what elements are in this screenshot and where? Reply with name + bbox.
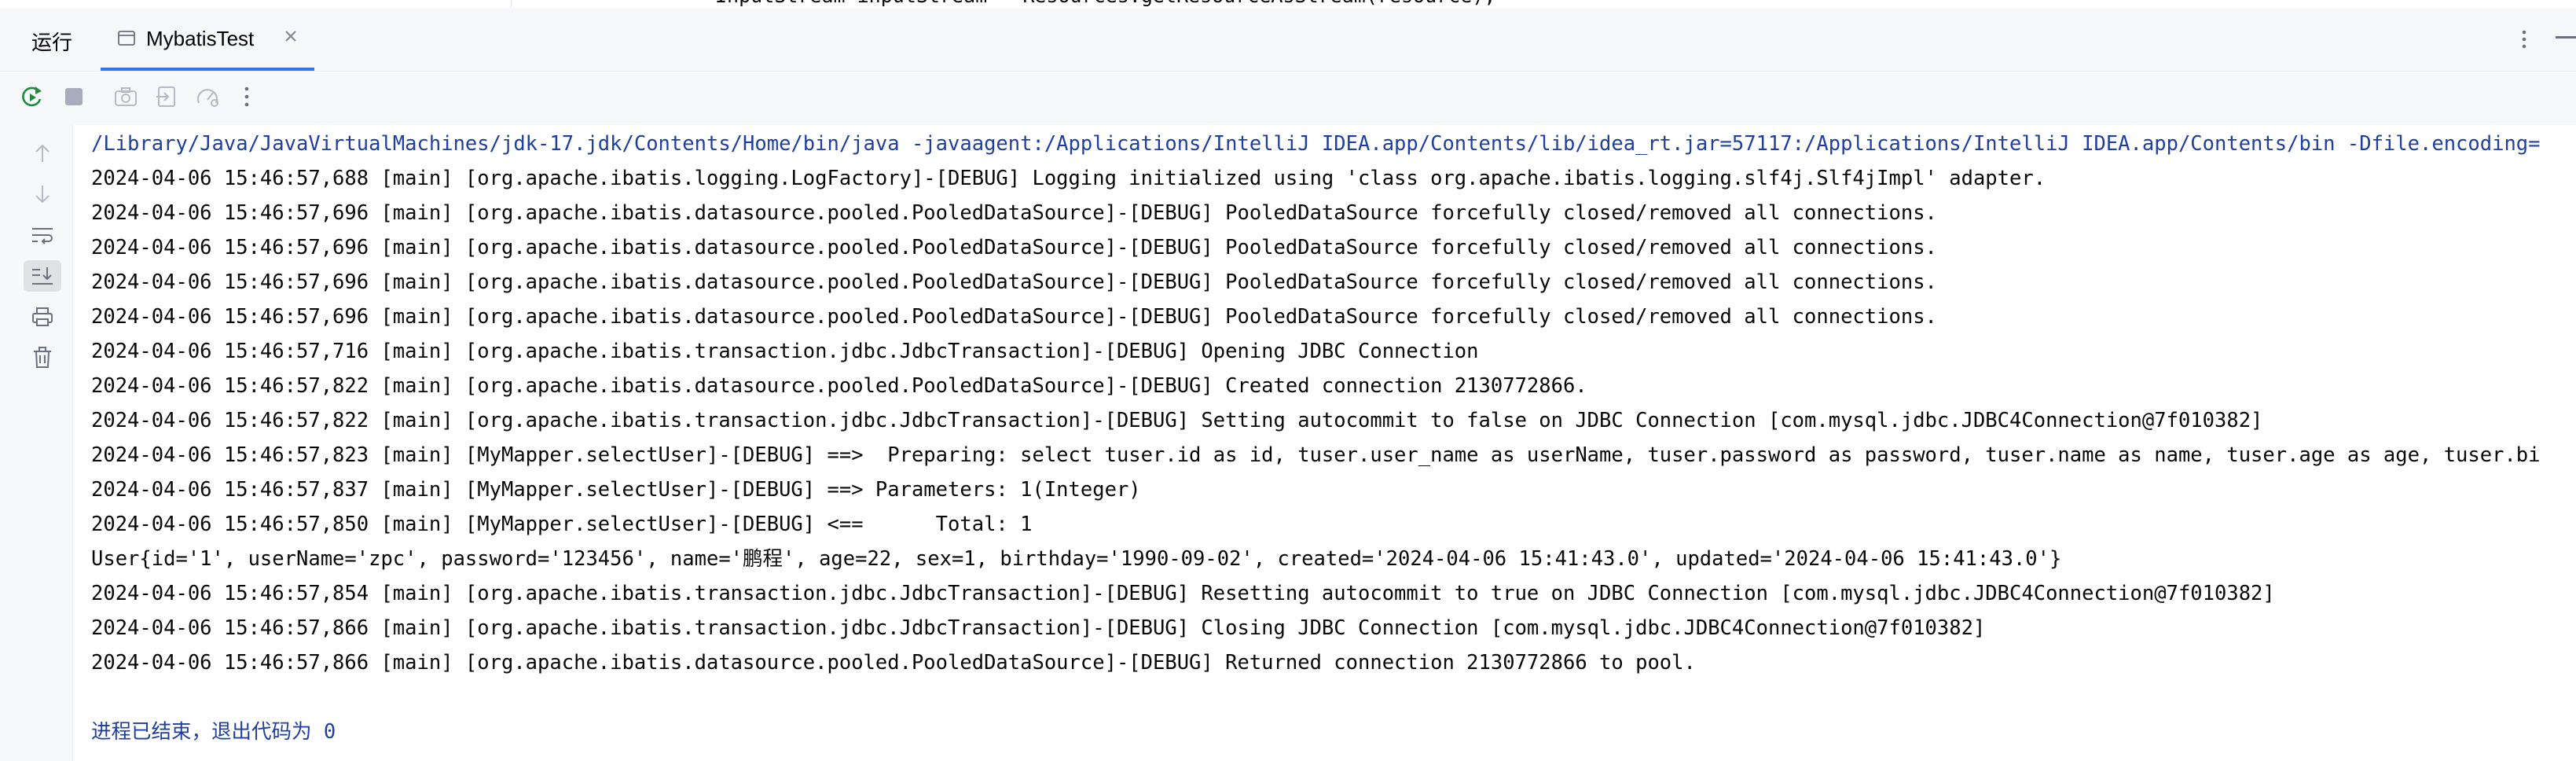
log-line: User{id='1', userName='zpc', password='1…	[91, 547, 2062, 571]
rerun-icon	[22, 86, 42, 107]
up-arrow-icon	[35, 144, 50, 162]
console-side-toolbar	[0, 125, 73, 761]
print-icon	[32, 307, 53, 326]
line-number: 17	[542, 0, 563, 4]
more-vertical-icon[interactable]	[2515, 28, 2534, 50]
clear-all-button[interactable]	[24, 342, 61, 373]
screenshot-icon	[115, 87, 137, 106]
log-line: 2024-04-06 15:46:57,688 [main] [org.apac…	[91, 167, 2046, 190]
soft-wrap-icon	[32, 228, 53, 244]
run-toolbar	[0, 72, 2576, 125]
log-line: 2024-04-06 15:46:57,866 [main] [org.apac…	[91, 651, 1696, 675]
code-line: InputStream inputStream = Resources.getR…	[715, 0, 1495, 7]
settings-icon	[196, 89, 218, 107]
settings-button[interactable]	[193, 83, 222, 111]
log-line: 2024-04-06 15:46:57,823 [main] [MyMapper…	[91, 443, 2541, 467]
previous-occurrence-button[interactable]	[24, 138, 61, 169]
tab-label: MybatisTest	[146, 27, 255, 50]
log-line: 2024-04-06 15:46:57,716 [main] [org.apac…	[91, 340, 1479, 363]
tab-mybatistest[interactable]: MybatisTest	[101, 8, 314, 71]
scroll-to-end-icon	[32, 267, 53, 285]
print-button[interactable]	[24, 301, 61, 333]
more-icon	[244, 86, 249, 107]
log-line: 2024-04-06 15:46:57,822 [main] [org.apac…	[91, 409, 2263, 432]
log-line: 2024-04-06 15:46:57,696 [main] [org.apac…	[91, 270, 1937, 294]
scroll-to-end-button[interactable]	[24, 260, 61, 292]
soft-wrap-button[interactable]	[24, 219, 61, 251]
export-icon	[156, 86, 175, 107]
more-button[interactable]	[233, 83, 261, 111]
log-line: 2024-04-06 15:46:57,854 [main] [org.apac…	[91, 582, 2275, 605]
run-tool-window-title: 运行	[31, 31, 73, 54]
next-occurrence-button[interactable]	[24, 178, 61, 210]
log-line: 2024-04-06 15:46:57,822 [main] [org.apac…	[91, 374, 1587, 398]
close-icon[interactable]	[281, 27, 300, 46]
log-line: 2024-04-06 15:46:57,837 [main] [MyMapper…	[91, 478, 1141, 502]
trash-icon	[34, 347, 51, 368]
log-line: 2024-04-06 15:46:57,850 [main] [MyMapper…	[91, 513, 1033, 536]
log-line: 2024-04-06 15:46:57,696 [main] [org.apac…	[91, 236, 1937, 259]
rerun-button[interactable]	[17, 83, 46, 111]
console-output[interactable]: /Library/Java/JavaVirtualMachines/jdk-17…	[73, 125, 2576, 761]
stop-icon	[65, 88, 83, 105]
screenshot-button[interactable]	[112, 83, 140, 111]
exit-message: 进程已结束，退出代码为 0	[91, 720, 336, 744]
editor-gutter	[511, 0, 669, 8]
export-button[interactable]	[152, 83, 181, 111]
editor-area: 17 InputStream inputStream = Resources.g…	[0, 0, 2576, 8]
down-arrow-icon	[35, 186, 50, 204]
log-line: 2024-04-06 15:46:57,696 [main] [org.apac…	[91, 305, 1937, 329]
run-tool-window-header: 运行 MybatisTest	[0, 8, 2576, 72]
test-config-icon	[118, 31, 135, 46]
log-line: 2024-04-06 15:46:57,696 [main] [org.apac…	[91, 201, 1937, 225]
minimize-icon[interactable]	[2556, 36, 2576, 39]
log-line: 2024-04-06 15:46:57,866 [main] [org.apac…	[91, 616, 1986, 640]
command-line[interactable]: /Library/Java/JavaVirtualMachines/jdk-17…	[91, 131, 2541, 156]
stop-button[interactable]	[60, 83, 88, 111]
